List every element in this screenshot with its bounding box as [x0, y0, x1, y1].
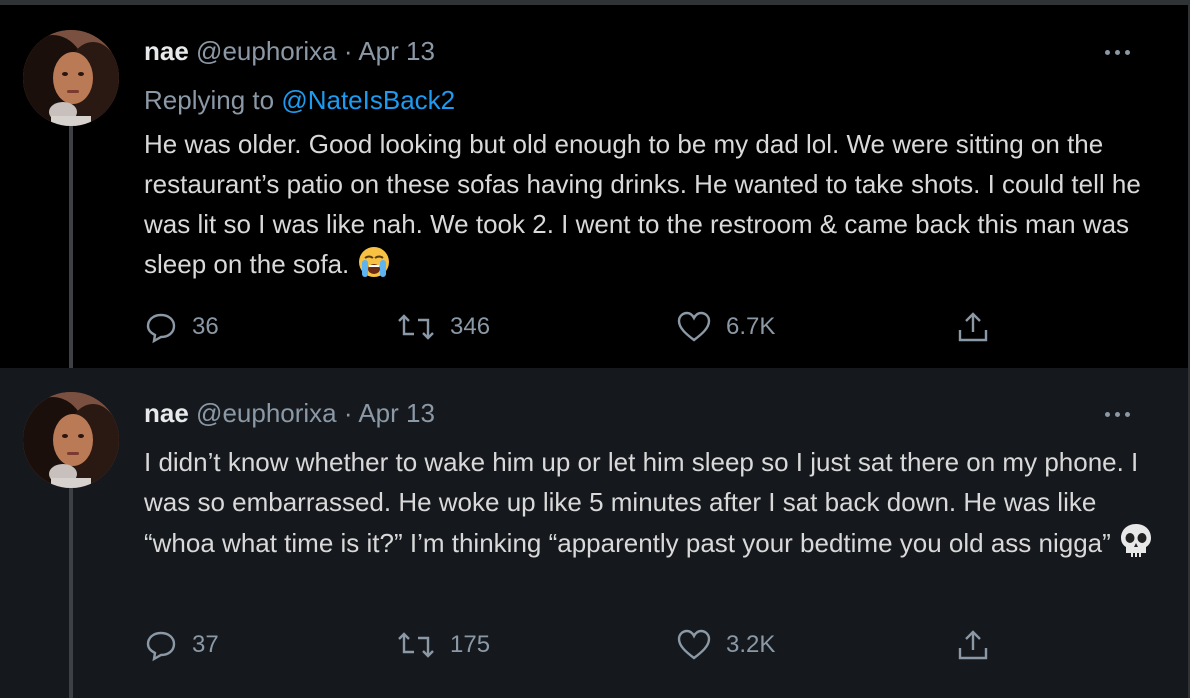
tweet-header: nae @euphorixa · Apr 13 [144, 36, 435, 67]
reply-count: 37 [192, 631, 219, 658]
reply-icon [146, 631, 176, 662]
retweet-icon [398, 632, 434, 658]
retweet-icon [398, 314, 434, 340]
separator: · [343, 398, 353, 428]
tweet-header: nae @euphorixa · Apr 13 [144, 398, 435, 429]
like-count: 6.7K [726, 313, 776, 340]
more-icon [1105, 50, 1110, 55]
loudly-crying-face-icon [357, 245, 391, 290]
tweet-date[interactable]: Apr 13 [358, 398, 435, 428]
tweet-text-content: I didn’t know whether to wake him up or … [144, 447, 1139, 558]
like-button[interactable]: 6.7K [676, 307, 775, 347]
replying-prefix: Replying to [144, 85, 275, 115]
thread-line [69, 120, 73, 383]
reply-button[interactable]: 36 [144, 307, 219, 347]
tweet-text-content: He was older. Good looking but old enoug… [144, 129, 1141, 279]
author-handle[interactable]: @euphorixa [196, 398, 337, 428]
more-options-button[interactable] [1098, 42, 1138, 62]
heart-icon [677, 311, 711, 342]
share-button[interactable] [956, 307, 990, 347]
share-icon [958, 630, 988, 660]
tweet-date[interactable]: Apr 13 [358, 36, 435, 66]
reply-icon [146, 313, 176, 344]
author-name[interactable]: nae [144, 398, 189, 428]
more-icon-dot [1125, 50, 1130, 55]
skull-icon [1119, 522, 1153, 569]
share-button[interactable] [956, 625, 990, 665]
thread-line [69, 487, 73, 698]
retweet-count: 175 [450, 631, 491, 658]
action-bar: 36 346 6.7K [144, 307, 1004, 347]
more-icon-dot [1125, 412, 1130, 417]
heart-icon [677, 629, 711, 660]
more-icon-dot [1115, 50, 1120, 55]
tweet-text: He was older. Good looking but old enoug… [144, 124, 1164, 290]
avatar[interactable] [23, 392, 119, 488]
retweet-count: 346 [450, 313, 491, 340]
reply-button[interactable]: 37 [144, 625, 219, 665]
retweet-button[interactable]: 175 [396, 625, 490, 665]
more-icon-dot [1115, 412, 1120, 417]
avatar[interactable] [23, 30, 119, 126]
like-button[interactable]: 3.2K [676, 625, 775, 665]
more-options-button[interactable] [1098, 404, 1138, 424]
retweet-button[interactable]: 346 [396, 307, 490, 347]
share-icon [958, 312, 988, 342]
action-bar: 37 175 3.2K [144, 625, 1004, 665]
replying-to: Replying to @NateIsBack2 [144, 85, 455, 116]
more-icon [1105, 412, 1110, 417]
separator: · [343, 36, 353, 66]
like-count: 3.2K [726, 631, 776, 658]
reply-count: 36 [192, 313, 219, 340]
author-handle[interactable]: @euphorixa [196, 36, 337, 66]
tweet-text: I didn’t know whether to wake him up or … [144, 442, 1164, 569]
replying-to-link[interactable]: @NateIsBack2 [281, 85, 455, 115]
author-name[interactable]: nae [144, 36, 189, 66]
